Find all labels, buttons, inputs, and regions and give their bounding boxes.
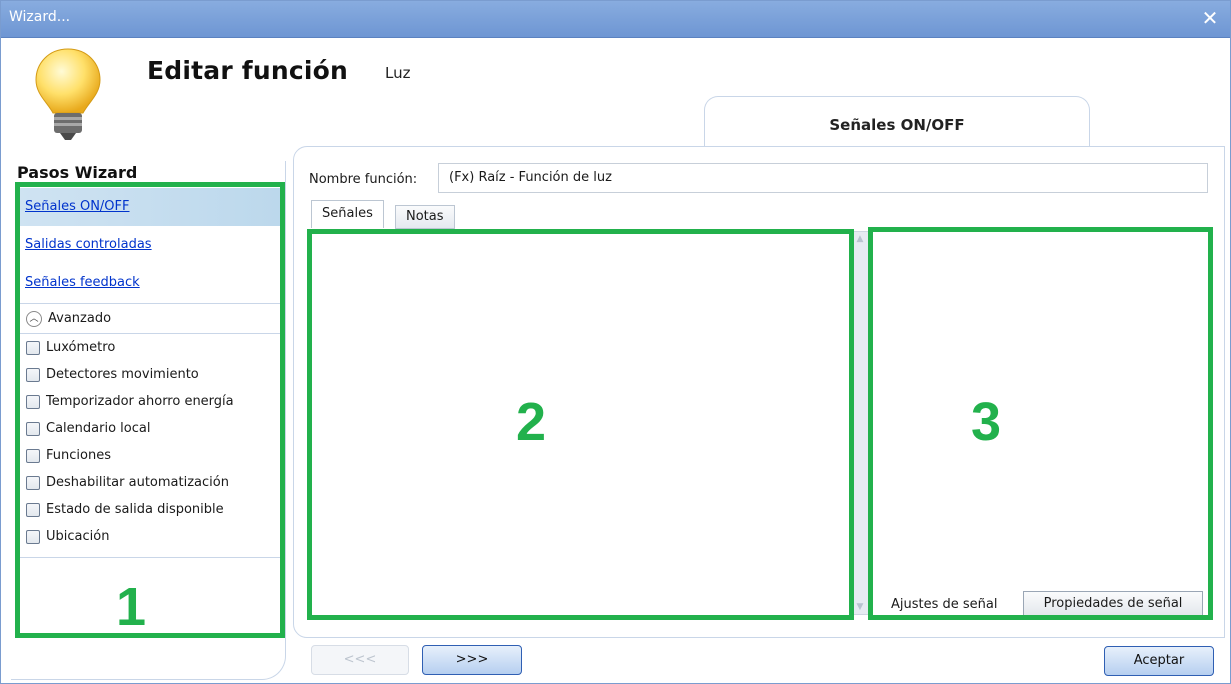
scroll-down-icon[interactable]: ▼ <box>855 602 865 612</box>
annotation-box-3 <box>868 227 1213 620</box>
light-bulb-icon <box>35 48 101 140</box>
window-title: Wizard... <box>9 9 71 25</box>
annotation-number-1: 1 <box>116 577 147 637</box>
scroll-up-icon[interactable]: ▲ <box>855 234 865 244</box>
function-type: Luz <box>385 64 411 82</box>
tab-signals[interactable]: Señales <box>311 200 384 228</box>
title-bar: Wizard... ✕ <box>1 1 1230 38</box>
annotation-number-2: 2 <box>516 392 547 452</box>
function-name-label: Nombre función: <box>309 172 418 187</box>
next-button[interactable]: >>> <box>422 645 522 675</box>
wizard-steps-title: Pasos Wizard <box>17 163 138 182</box>
page-title: Editar función <box>147 56 349 85</box>
annotation-box-2 <box>307 229 854 620</box>
annotation-box-1 <box>15 182 285 638</box>
wizard-window: Wizard... ✕ Editar función Luz Señales O… <box>0 0 1231 684</box>
annotation-number-3: 3 <box>971 392 1002 452</box>
accept-button[interactable]: Aceptar <box>1104 646 1214 676</box>
close-icon[interactable]: ✕ <box>1198 6 1222 30</box>
previous-button[interactable]: <<< <box>311 645 409 675</box>
function-name-field[interactable]: (Fx) Raíz - Función de luz <box>438 163 1208 193</box>
tab-notes[interactable]: Notas <box>395 205 455 229</box>
current-step-tab: Señales ON/OFF <box>704 96 1090 146</box>
